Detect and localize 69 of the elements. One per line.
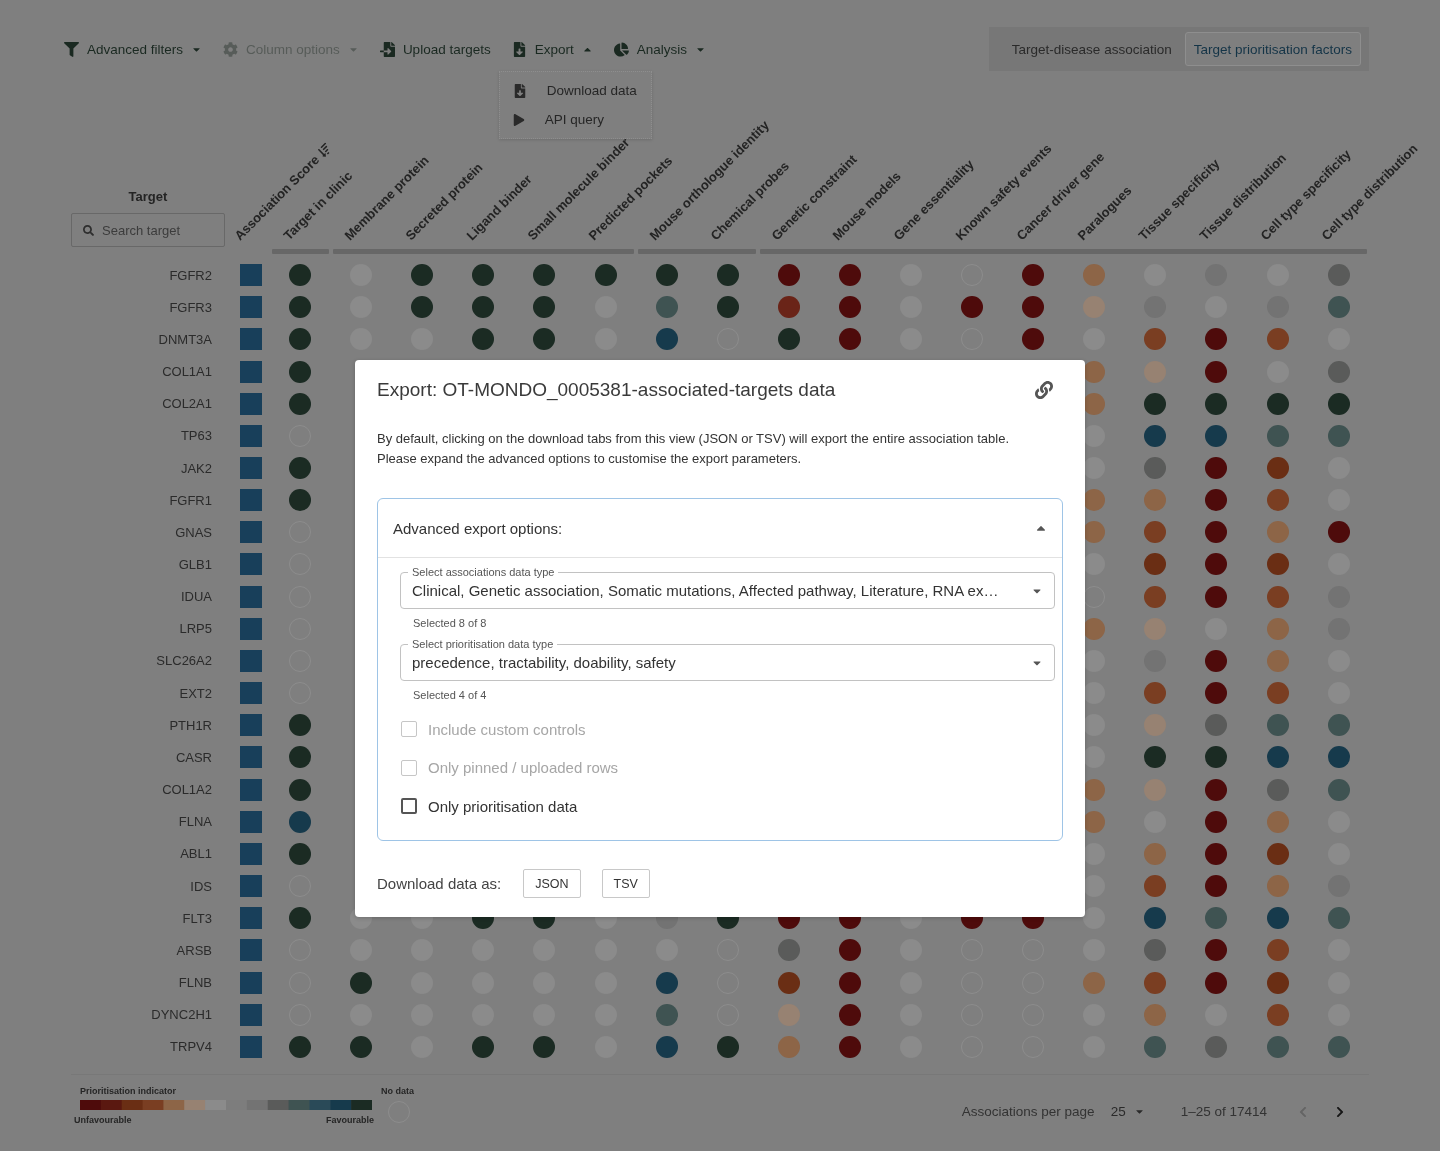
download-format-label: Download data as: <box>377 875 502 892</box>
chevron-right-icon <box>1334 1105 1346 1118</box>
upload-targets-button[interactable]: Upload targets <box>370 33 500 65</box>
no-data-dot <box>1083 585 1106 608</box>
target-name: COL1A1 <box>161 364 212 380</box>
page-range: 1–25 of 17414 <box>1180 1104 1267 1120</box>
filter-icon <box>64 41 79 57</box>
view-toggle-button[interactable]: Target-disease association <box>1002 32 1181 66</box>
target-name: PTH1R <box>168 717 212 733</box>
target-name: COL1A2 <box>161 782 212 798</box>
play-icon <box>512 113 525 126</box>
target-name: IDUA <box>179 589 212 605</box>
target-name: FLNA <box>177 814 212 830</box>
target-name: FLNB <box>177 975 212 990</box>
gear-icon <box>223 41 239 57</box>
field-label: Select prioritisation data type <box>408 638 558 650</box>
target-name: EXT2 <box>178 685 212 701</box>
select-field[interactable]: Select associations data type Clinical, Genetic association, Somatic mutations, Affected pathway, Literature, RNA ex… <box>400 566 1055 609</box>
per-page-select[interactable]: 25 <box>1108 1104 1147 1120</box>
helper-text: Selected 8 of 8 <box>413 617 488 630</box>
download-format-button[interactable]: TSV <box>601 869 650 898</box>
target-name: IDS <box>189 878 212 894</box>
file-import-icon <box>379 41 395 57</box>
target-name: TRPV4 <box>169 1039 212 1055</box>
legend-high-label: Favourable <box>326 1114 374 1126</box>
download-format-button[interactable]: JSON <box>523 869 581 898</box>
target-name: GLB1 <box>177 557 212 572</box>
dialog-title: Export: OT-MONDO_0005381-associated-targets data <box>377 379 836 401</box>
target-name: COL2A1 <box>161 396 212 412</box>
pie-chart-icon <box>613 41 629 57</box>
target-name: TP63 <box>179 428 212 444</box>
file-download-icon <box>512 83 527 98</box>
per-page-label: Associations per page <box>961 1104 1095 1120</box>
dialog-description: By default, clicking on the download tabs from this view (JSON or TSV) will export the entire association table. Please expand the advanced options to customise the export parameters. <box>377 430 1010 468</box>
checkbox[interactable] <box>401 798 417 815</box>
target-name: DNMT3A <box>157 331 212 347</box>
file-download-icon <box>511 41 527 57</box>
link-icon[interactable] <box>1035 381 1053 399</box>
target-name: FGFR2 <box>168 267 212 283</box>
accordion-header[interactable]: Advanced export options: <box>378 499 1062 558</box>
legend-low-label: Unfavourable <box>74 1114 132 1126</box>
api-query-item[interactable]: API query <box>499 105 651 134</box>
download-data-item[interactable]: Download data <box>499 76 651 105</box>
chevron-left-icon <box>1297 1105 1309 1118</box>
target-name: SLC26A2 <box>155 653 212 669</box>
target-name: CASR <box>174 749 212 765</box>
helper-text: Selected 4 of 4 <box>413 689 488 702</box>
target-name: FLT3 <box>181 910 212 926</box>
legend-no-data-label: No data <box>381 1085 414 1097</box>
target-name: JAK2 <box>179 460 212 476</box>
legend-title: Prioritisation indicator <box>80 1085 177 1097</box>
view-toggle-button[interactable]: Target prioritisation factors <box>1184 32 1361 66</box>
export-button[interactable]: Export <box>502 33 602 65</box>
select-field[interactable]: Select prioritisation data type precedence, tractability, doability, safety <box>400 638 1055 681</box>
target-name: DYNC2H1 <box>150 1007 212 1023</box>
search-icon <box>83 224 94 236</box>
advanced-filters-button[interactable]: Advanced filters <box>55 33 212 65</box>
target-name: ABL1 <box>179 846 212 862</box>
analysis-button[interactable]: Analysis <box>604 33 715 65</box>
target-name: FGFR1 <box>168 492 212 508</box>
target-name: FGFR3 <box>168 299 212 315</box>
column-group-bar <box>271 249 329 254</box>
search-field[interactable]: Search target <box>71 213 225 247</box>
column-heading: Target <box>128 189 168 204</box>
target-name: GNAS <box>174 524 212 540</box>
checkbox-label[interactable]: Only prioritisation data <box>428 797 578 815</box>
field-label: Select associations data type <box>408 566 559 578</box>
target-name: ARSB <box>175 942 212 958</box>
target-name: LRP5 <box>178 621 212 637</box>
